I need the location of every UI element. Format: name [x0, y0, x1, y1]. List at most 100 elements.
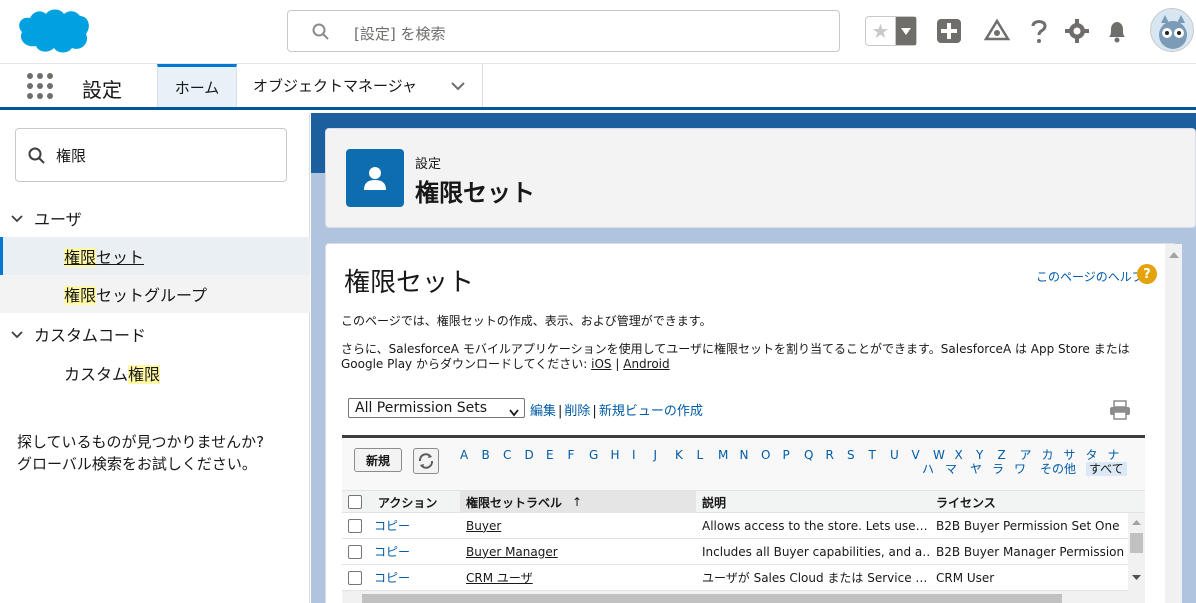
- alpha-filter-link[interactable]: カ: [1042, 448, 1054, 462]
- column-header-action[interactable]: アクション: [372, 491, 460, 513]
- alpha-filter-link[interactable]: ハ: [922, 462, 934, 476]
- permission-set-link[interactable]: CRM ユーザ: [466, 569, 533, 586]
- alpha-filter-link[interactable]: E: [546, 448, 554, 462]
- copy-link[interactable]: コピー: [368, 539, 460, 564]
- help-for-page-link[interactable]: このページのヘルプ: [1036, 268, 1144, 285]
- list-view-panel: 新規 ABCDEFGHI J KLMNOPQRSTUVWXY Zアカサタナハマヤラワそ…: [342, 435, 1145, 603]
- trailhead-icon[interactable]: [984, 18, 1010, 44]
- alpha-filter-link[interactable]: Q: [804, 448, 813, 462]
- favorites-menu-icon[interactable]: [896, 17, 916, 45]
- content-card: 権限セット このページのヘルプ ? このページでは、権限セットの作成、表示、およ…: [325, 243, 1177, 603]
- grid-header: アクション 権限セットラベル ↑ 説明 ライセンス: [342, 490, 1145, 513]
- row-checkbox[interactable]: [348, 519, 362, 533]
- tree-item-permission-set-groups[interactable]: 権限セットグループ: [0, 275, 310, 313]
- alpha-filter-link[interactable]: ナ: [1108, 448, 1120, 462]
- alpha-filter-link[interactable]: S: [847, 448, 855, 462]
- alpha-filter-link[interactable]: J: [654, 448, 658, 462]
- alpha-filter-link[interactable]: B: [482, 448, 490, 462]
- row-checkbox[interactable]: [348, 545, 362, 559]
- tree-section-custom-code[interactable]: カスタムコード: [0, 315, 310, 353]
- alpha-filter-link[interactable]: A: [460, 448, 468, 462]
- alpha-filter-link[interactable]: G: [589, 448, 598, 462]
- tree-item-custom-permissions[interactable]: カスタム権限: [0, 354, 310, 392]
- app-launcher-icon[interactable]: [26, 72, 54, 100]
- alpha-filter-link[interactable]: ア: [1020, 448, 1032, 462]
- tree-item-permission-sets[interactable]: 権限セット: [0, 237, 310, 275]
- alpha-filter-link[interactable]: C: [503, 448, 511, 462]
- salesforce-logo[interactable]: [16, 6, 90, 56]
- search-icon: [312, 23, 330, 41]
- android-link[interactable]: Android: [623, 357, 669, 371]
- alpha-filter-link[interactable]: X: [955, 448, 963, 462]
- permission-set-link[interactable]: Buyer: [466, 519, 501, 533]
- grid-horizontal-scrollbar[interactable]: [342, 591, 1128, 603]
- alpha-filter-link[interactable]: タ: [1086, 448, 1098, 462]
- scroll-up-arrow-icon[interactable]: [1169, 252, 1179, 258]
- alpha-filter-link[interactable]: I: [632, 448, 636, 462]
- help-icon[interactable]: [1026, 18, 1052, 44]
- alpha-filter-link[interactable]: U: [890, 448, 899, 462]
- copy-link[interactable]: コピー: [368, 513, 460, 538]
- alpha-filter-link[interactable]: Z: [998, 448, 1006, 462]
- alpha-filter-link[interactable]: P: [783, 448, 790, 462]
- description-text: このページでは、権限セットの作成、表示、および管理ができます。: [341, 314, 712, 328]
- row-checkbox[interactable]: [348, 571, 362, 585]
- select-all-checkbox[interactable]: [348, 495, 362, 509]
- edit-view-link[interactable]: 編集: [530, 404, 556, 419]
- chevron-down-icon[interactable]: [450, 78, 466, 94]
- alpha-filter-link[interactable]: Y: [976, 448, 983, 462]
- alpha-filter-link[interactable]: R: [826, 448, 834, 462]
- copy-link[interactable]: コピー: [368, 565, 460, 590]
- column-header-description[interactable]: 説明: [696, 491, 930, 513]
- permission-set-link[interactable]: Buyer Manager: [466, 545, 558, 559]
- notifications-bell-icon[interactable]: [1104, 18, 1130, 44]
- global-search-input[interactable]: [設定] を検索: [287, 10, 840, 52]
- tab-object-manager[interactable]: オブジェクトマネージャ: [237, 64, 483, 107]
- favorites-star-icon[interactable]: ★: [866, 17, 896, 45]
- add-icon[interactable]: [936, 18, 962, 44]
- alpha-filter-link[interactable]: サ: [1064, 448, 1076, 462]
- scrollbar-thumb[interactable]: [1130, 533, 1143, 553]
- column-header-label[interactable]: 権限セットラベル ↑: [460, 491, 696, 513]
- alpha-filter-link[interactable]: H: [611, 448, 620, 462]
- tab-home[interactable]: ホーム: [157, 64, 237, 107]
- sidebar-help-text: 探しているものが見つかりませんか? グローバル検索をお試しください。: [17, 433, 265, 473]
- create-new-view-link[interactable]: 新規ビューの作成: [599, 404, 703, 419]
- column-header-license[interactable]: ライセンス: [930, 491, 1130, 513]
- delete-view-link[interactable]: 削除: [564, 404, 590, 419]
- alpha-filter-link[interactable]: O: [761, 448, 770, 462]
- alpha-filter-link[interactable]: W: [933, 448, 945, 462]
- license-cell: B2B Buyer Permission Set One: [936, 518, 1120, 533]
- alpha-filter-link[interactable]: F: [568, 448, 575, 462]
- page-vertical-scrollbar[interactable]: [1165, 244, 1182, 603]
- alpha-filter-link[interactable]: K: [675, 448, 683, 462]
- alpha-filter-link[interactable]: N: [740, 448, 749, 462]
- alpha-filter-link[interactable]: M: [718, 448, 728, 462]
- chevron-down-icon: [10, 211, 24, 225]
- printer-icon[interactable]: [1109, 400, 1131, 420]
- alpha-filter-link[interactable]: ラ: [992, 462, 1004, 476]
- breadcrumb[interactable]: 設定: [415, 153, 441, 172]
- tree-section-users[interactable]: ユーザ: [0, 199, 310, 237]
- scrollbar-thumb[interactable]: [362, 594, 1062, 603]
- user-avatar[interactable]: [1150, 8, 1194, 52]
- alpha-filter-link[interactable]: L: [697, 448, 704, 462]
- new-permission-set-button[interactable]: 新規: [354, 448, 402, 472]
- alpha-filter-link[interactable]: V: [912, 448, 920, 462]
- setup-gear-icon[interactable]: [1064, 18, 1090, 44]
- grid-vertical-scrollbar[interactable]: [1128, 513, 1145, 603]
- license-cell: CRM User: [936, 570, 995, 585]
- refresh-button[interactable]: [413, 448, 439, 474]
- alpha-filter-link[interactable]: ワ: [1014, 462, 1026, 476]
- alpha-filter-link[interactable]: D: [525, 448, 534, 462]
- ios-link[interactable]: iOS: [591, 357, 611, 371]
- list-view-select[interactable]: All Permission Sets: [348, 398, 525, 418]
- alpha-filter-link[interactable]: T: [869, 448, 876, 462]
- alpha-filter-link[interactable]: マ: [945, 462, 957, 476]
- alpha-filter-link[interactable]: ヤ: [970, 462, 982, 476]
- alpha-filter-link[interactable]: すべて: [1086, 462, 1127, 476]
- sort-ascending-icon: ↑: [572, 495, 583, 509]
- help-question-icon[interactable]: ?: [1137, 264, 1157, 284]
- alpha-filter-link[interactable]: その他: [1040, 462, 1076, 476]
- quick-find-input[interactable]: 権限: [15, 128, 287, 182]
